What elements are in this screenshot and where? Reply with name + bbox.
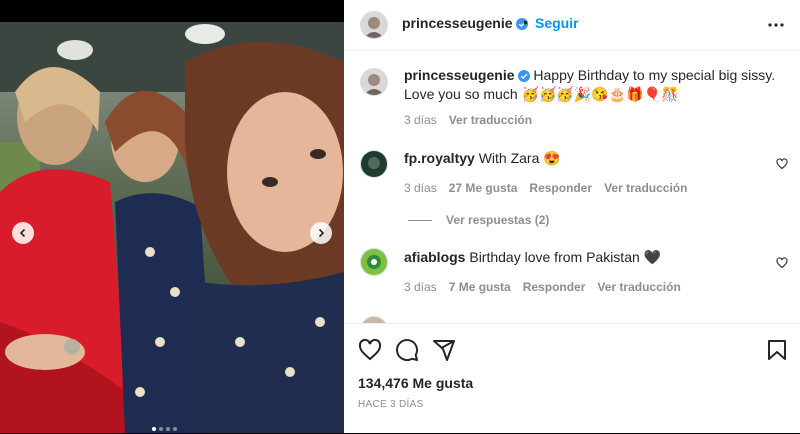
comment-button[interactable] [395,338,419,367]
caption-meta: 3 días Ver traducción [404,113,532,127]
author-username[interactable]: princesseugenie [402,15,513,31]
caption-username[interactable]: princesseugenie [404,67,515,83]
comment-text: With Zara 😍 [478,150,561,166]
verified-icon [517,69,530,86]
carousel-dot [166,427,170,431]
post-side-panel: princesseugenie • Seguir princesseugenie… [344,0,800,433]
caption-text-line2: Love you so much 🥳🥳🥳🎉😘🎂🎁🎈🎊 [404,86,679,102]
comment-meta: 3 días 7 Me gusta Responder Ver traducci… [404,280,681,294]
comment-likes[interactable]: 27 Me gusta [449,181,518,195]
comment-translate-link[interactable]: Ver traducción [604,181,687,195]
reply-button[interactable]: Responder [523,280,586,294]
heart-icon [776,158,788,170]
carousel-dots [152,427,177,431]
comment-like-button[interactable] [776,157,788,175]
comment-like-button[interactable] [776,256,788,274]
comments-section: princesseugenie Happy Birthday to my spe… [344,51,800,323]
comment: fp.royaltyy With Zara 😍 [404,150,561,167]
share-icon [433,340,455,361]
more-options-icon [768,23,784,27]
comment-text: Birthday love from Pakistan 🖤 [469,249,662,265]
caption-text: Happy Birthday to my special big sissy. [533,67,776,83]
save-icon [768,340,786,360]
header-separator: • [523,14,528,30]
view-replies-button[interactable]: Ver respuestas (2) [408,213,549,227]
comment-translate-link[interactable]: Ver traducción [597,280,680,294]
follow-button[interactable]: Seguir [535,15,579,31]
author-avatar[interactable] [360,11,388,39]
reply-button[interactable]: Responder [529,181,592,195]
caption-time: 3 días [404,113,437,127]
like-button[interactable] [358,338,382,367]
carousel-dot [152,427,156,431]
comment-avatar[interactable] [360,150,388,178]
carousel-next-button[interactable] [310,222,332,244]
comment-meta: 3 días 27 Me gusta Responder Ver traducc… [404,181,687,195]
post-photo-pane [0,0,344,433]
comment-icon [396,339,419,362]
share-button[interactable] [432,338,456,367]
caption-translate-link[interactable]: Ver traducción [449,113,532,127]
post-actions: 134,476 Me gusta HACE 3 DÍAS [344,323,800,434]
comment-avatar[interactable] [360,316,388,323]
chevron-right-icon [318,228,325,238]
comment-avatar[interactable] [360,248,388,276]
post-header: princesseugenie • Seguir [344,0,800,51]
comment-time: 3 días [404,181,437,195]
caption: princesseugenie Happy Birthday to my spe… [404,67,775,103]
comment-time: 3 días [404,280,437,294]
like-count[interactable]: 134,476 Me gusta [358,375,473,391]
comment-username[interactable]: fp.royaltyy [404,150,475,166]
carousel-dot [173,427,177,431]
replies-divider [408,219,432,221]
comment-username[interactable]: afiablogs [404,249,465,265]
heart-icon [358,338,382,361]
post-photo[interactable] [0,22,344,433]
more-options-button[interactable] [767,16,785,39]
comment: afiablogs Birthday love from Pakistan 🖤 [404,249,661,266]
heart-icon [776,257,788,269]
save-button[interactable] [765,338,789,367]
view-replies-label: Ver respuestas (2) [446,213,550,227]
post-timestamp: HACE 3 DÍAS [358,399,424,410]
caption-avatar[interactable] [360,68,388,96]
carousel-prev-button[interactable] [12,222,34,244]
chevron-left-icon [19,228,26,238]
carousel-dot [159,427,163,431]
comment-likes[interactable]: 7 Me gusta [449,280,511,294]
